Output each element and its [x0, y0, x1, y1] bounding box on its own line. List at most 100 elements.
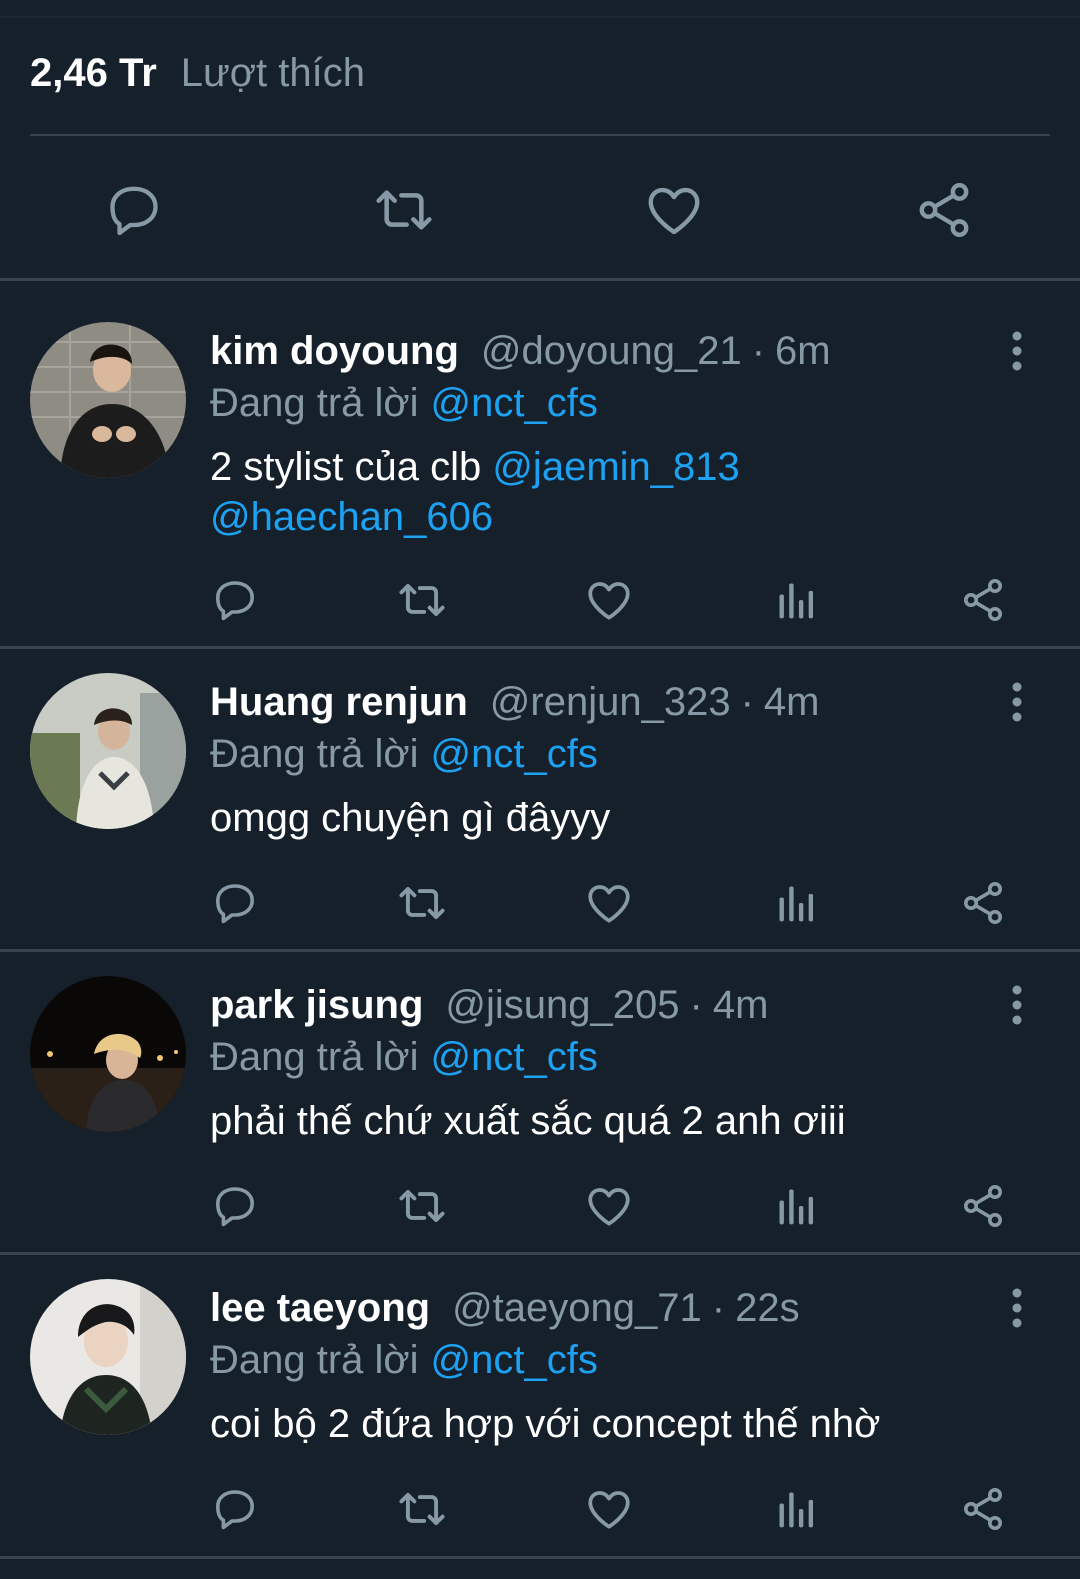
reply-divider	[0, 1556, 1080, 1559]
like-icon	[648, 187, 700, 235]
user-handle[interactable]: @doyoung_21	[481, 329, 742, 374]
timestamp: 22s	[735, 1285, 800, 1330]
user-handle[interactable]: @taeyong_71	[452, 1286, 702, 1331]
mention-link[interactable]: @jaemin_813	[492, 445, 739, 489]
reply-text: coi bộ 2 đứa hợp với concept thế nhờ	[210, 1402, 881, 1446]
share-icon	[964, 882, 1002, 924]
separator-dot: ·	[689, 982, 703, 1027]
analytics-button[interactable]	[766, 1479, 826, 1539]
more-vertical-icon	[1012, 331, 1022, 371]
user-handle[interactable]: @renjun_323	[490, 680, 731, 725]
share-button[interactable]	[953, 873, 1013, 933]
reply-icon	[216, 581, 254, 621]
more-options-button[interactable]	[990, 324, 1044, 378]
retweet-button[interactable]	[392, 1479, 452, 1539]
retweet-button[interactable]	[392, 873, 452, 933]
analytics-icon	[779, 886, 814, 922]
reply-text: phải thế chứ xuất sắc quá 2 anh ơiii	[210, 1099, 846, 1143]
display-name[interactable]: kim doyoung	[210, 329, 459, 374]
timestamp: 4m	[712, 982, 769, 1027]
more-vertical-icon	[1012, 1288, 1022, 1328]
share-icon	[919, 183, 969, 237]
retweet-icon	[399, 1189, 445, 1223]
reply-button[interactable]	[205, 1479, 265, 1539]
reply-actions	[0, 570, 1080, 630]
share-button[interactable]	[953, 1479, 1013, 1539]
reply-text: omgg chuyện gì đâyyy	[210, 796, 611, 840]
user-handle[interactable]: @jisung_205	[445, 983, 679, 1028]
reply-icon	[216, 1490, 254, 1530]
reply-tweet[interactable]: park jisung @jisung_205 · 4m Đang trả lờ…	[0, 976, 1080, 1276]
reply-tweet[interactable]: Huang renjun @renjun_323 · 4m Đang trả l…	[0, 673, 1080, 973]
avatar[interactable]	[30, 1279, 186, 1435]
mention-link[interactable]: @haechan_606	[210, 495, 493, 539]
reply-actions	[0, 873, 1080, 933]
display-name[interactable]: park jisung	[210, 983, 423, 1028]
reply-divider	[0, 646, 1080, 649]
reply-button[interactable]	[94, 170, 174, 250]
main-tweet-actions	[0, 170, 1080, 250]
reply-icon	[216, 1187, 254, 1227]
likes-label: Lượt thích	[180, 50, 365, 95]
replying-label: Đang trả lời	[210, 731, 419, 776]
analytics-button[interactable]	[766, 570, 826, 630]
section-divider	[0, 278, 1080, 281]
avatar[interactable]	[30, 673, 186, 829]
like-button[interactable]	[579, 1176, 639, 1236]
retweet-icon	[399, 1492, 445, 1526]
analytics-icon	[779, 1189, 814, 1225]
reply-button[interactable]	[205, 873, 265, 933]
separator-dot: ·	[751, 328, 766, 373]
retweet-button[interactable]	[392, 1176, 452, 1236]
retweet-icon	[399, 886, 445, 920]
replying-to-mention[interactable]: @nct_cfs	[431, 1035, 598, 1080]
retweet-icon	[399, 583, 445, 617]
more-options-button[interactable]	[990, 675, 1044, 729]
replying-to-mention[interactable]: @nct_cfs	[431, 381, 598, 426]
more-vertical-icon	[1012, 682, 1022, 722]
reply-button[interactable]	[205, 1176, 265, 1236]
reply-button[interactable]	[205, 570, 265, 630]
display-name[interactable]: lee taeyong	[210, 1286, 430, 1331]
reply-tweet[interactable]: lee taeyong @taeyong_71 · 22s Đang trả l…	[0, 1279, 1080, 1579]
reply-tweet[interactable]: kim doyoung @doyoung_21 · 6m Đang trả lờ…	[0, 322, 1080, 622]
replying-to-mention[interactable]: @nct_cfs	[431, 732, 598, 777]
reply-text-prefix: 2 stylist của clb	[210, 445, 493, 489]
share-icon	[964, 579, 1002, 621]
avatar[interactable]	[30, 322, 186, 478]
analytics-icon	[779, 583, 814, 619]
retweet-button[interactable]	[364, 170, 444, 250]
separator-dot: ·	[740, 679, 754, 724]
replying-to-mention[interactable]: @nct_cfs	[431, 1338, 598, 1383]
likes-count: 2,46 Tr	[30, 50, 157, 95]
share-button[interactable]	[953, 1176, 1013, 1236]
display-name[interactable]: Huang renjun	[210, 680, 468, 725]
reply-actions	[0, 1479, 1080, 1539]
timestamp: 4m	[763, 679, 820, 724]
like-button[interactable]	[579, 873, 639, 933]
share-button[interactable]	[953, 570, 1013, 630]
like-icon	[588, 1491, 630, 1529]
more-options-button[interactable]	[990, 1281, 1044, 1335]
more-options-button[interactable]	[990, 978, 1044, 1032]
like-button[interactable]	[634, 170, 714, 250]
like-icon	[588, 582, 630, 620]
reply-icon	[216, 884, 254, 924]
avatar[interactable]	[30, 976, 186, 1132]
retweet-icon	[376, 190, 432, 230]
like-button[interactable]	[579, 1479, 639, 1539]
more-vertical-icon	[1012, 985, 1022, 1025]
analytics-button[interactable]	[766, 873, 826, 933]
reply-text: 2 stylist của clb @jaemin_813 @haechan_6…	[210, 442, 1030, 542]
likes-stat[interactable]: 2,46 Tr Lượt thích	[30, 48, 365, 98]
analytics-icon	[779, 1492, 814, 1528]
timestamp: 6m	[775, 328, 831, 373]
replying-label: Đang trả lời	[210, 380, 419, 425]
reply-divider	[0, 1252, 1080, 1255]
like-button[interactable]	[579, 570, 639, 630]
stats-divider	[30, 134, 1050, 136]
retweet-button[interactable]	[392, 570, 452, 630]
share-button[interactable]	[904, 170, 984, 250]
replying-label: Đang trả lời	[210, 1034, 419, 1079]
analytics-button[interactable]	[766, 1176, 826, 1236]
